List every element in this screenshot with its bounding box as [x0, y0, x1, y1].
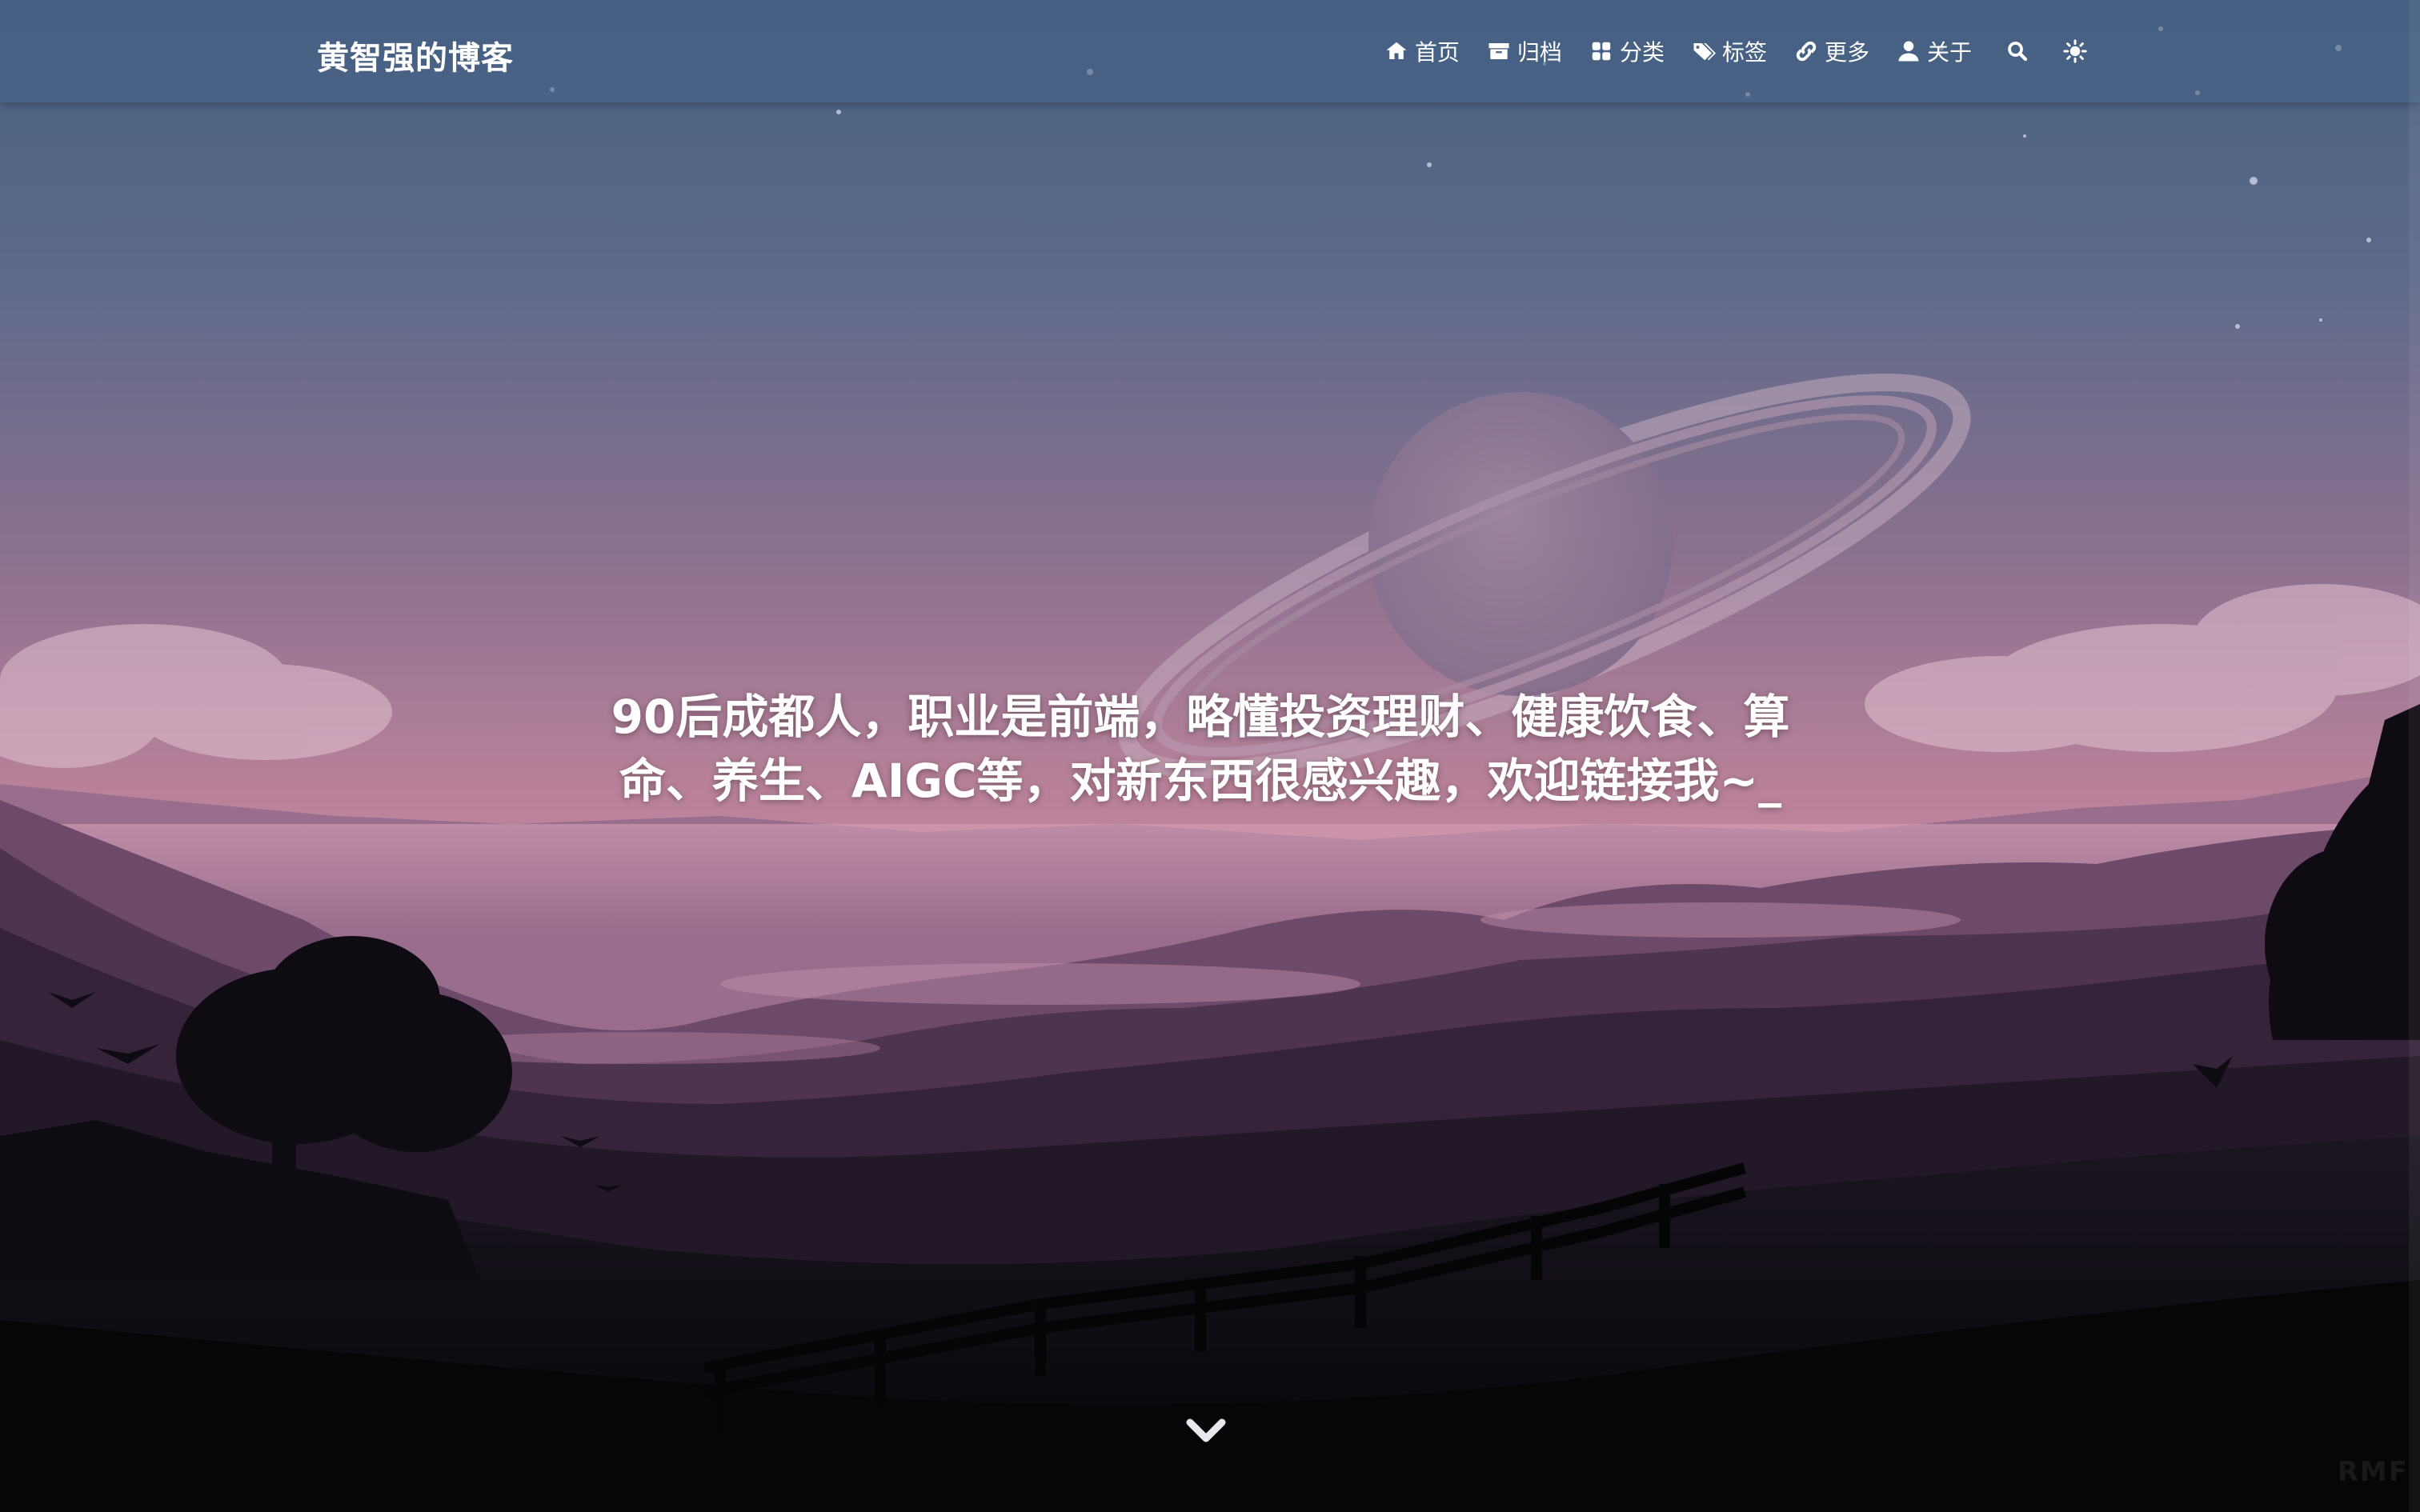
- nav-item-label: 标签: [1721, 39, 1767, 66]
- search-icon: [2005, 39, 2029, 63]
- watermark: RMF: [2337, 1456, 2409, 1488]
- nav-item-label: 归档: [1517, 39, 1562, 66]
- hero-line-2: 命、养生、AIGC等，对新东西很感兴趣，欢迎链接我~_: [528, 749, 1873, 813]
- hero-line-2-text: 命、养生、AIGC等，对新东西很感兴趣，欢迎链接我~: [619, 754, 1759, 808]
- nav-item-label: 更多: [1824, 39, 1869, 66]
- nav-item-about[interactable]: 关于: [1897, 35, 1972, 67]
- top-navbar: 黄智强的博客 首页 归档 分类 标签 更多 关于: [0, 0, 2420, 102]
- nav-item-label: 分类: [1619, 39, 1665, 66]
- scroll-down-button[interactable]: [1186, 1418, 1226, 1446]
- category-icon: [1589, 39, 1613, 63]
- nav-item-label: 关于: [1926, 39, 1972, 66]
- chevron-down-icon: [1186, 1418, 1226, 1442]
- home-icon: [1384, 39, 1408, 63]
- user-icon: [1897, 39, 1921, 63]
- typing-cursor: _: [1758, 754, 1782, 808]
- nav-item-home[interactable]: 首页: [1384, 35, 1460, 67]
- nav-item-more[interactable]: 更多: [1794, 35, 1869, 67]
- nav-item-tags[interactable]: 标签: [1692, 35, 1767, 67]
- link-icon: [1794, 39, 1818, 63]
- page-scrollbar[interactable]: [2409, 0, 2420, 1512]
- nav-item-label: 首页: [1414, 39, 1460, 66]
- search-button[interactable]: [2005, 39, 2029, 63]
- archive-icon: [1487, 39, 1511, 63]
- tags-icon: [1692, 39, 1716, 63]
- nav-menu: 首页 归档 分类 标签 更多 关于: [1357, 35, 2087, 67]
- nav-item-category[interactable]: 分类: [1589, 35, 1665, 67]
- hero-subtitle: 90后成都人，职业是前端，略懂投资理财、健康饮食、算 命、养生、AIGC等，对新…: [528, 685, 1873, 813]
- nav-item-archive[interactable]: 归档: [1487, 35, 1562, 67]
- theme-toggle-button[interactable]: [2063, 39, 2087, 63]
- hero-line-1: 90后成都人，职业是前端，略懂投资理财、健康饮食、算: [611, 690, 1790, 744]
- sun-icon: [2063, 39, 2087, 63]
- site-title[interactable]: 黄智强的博客: [317, 32, 514, 78]
